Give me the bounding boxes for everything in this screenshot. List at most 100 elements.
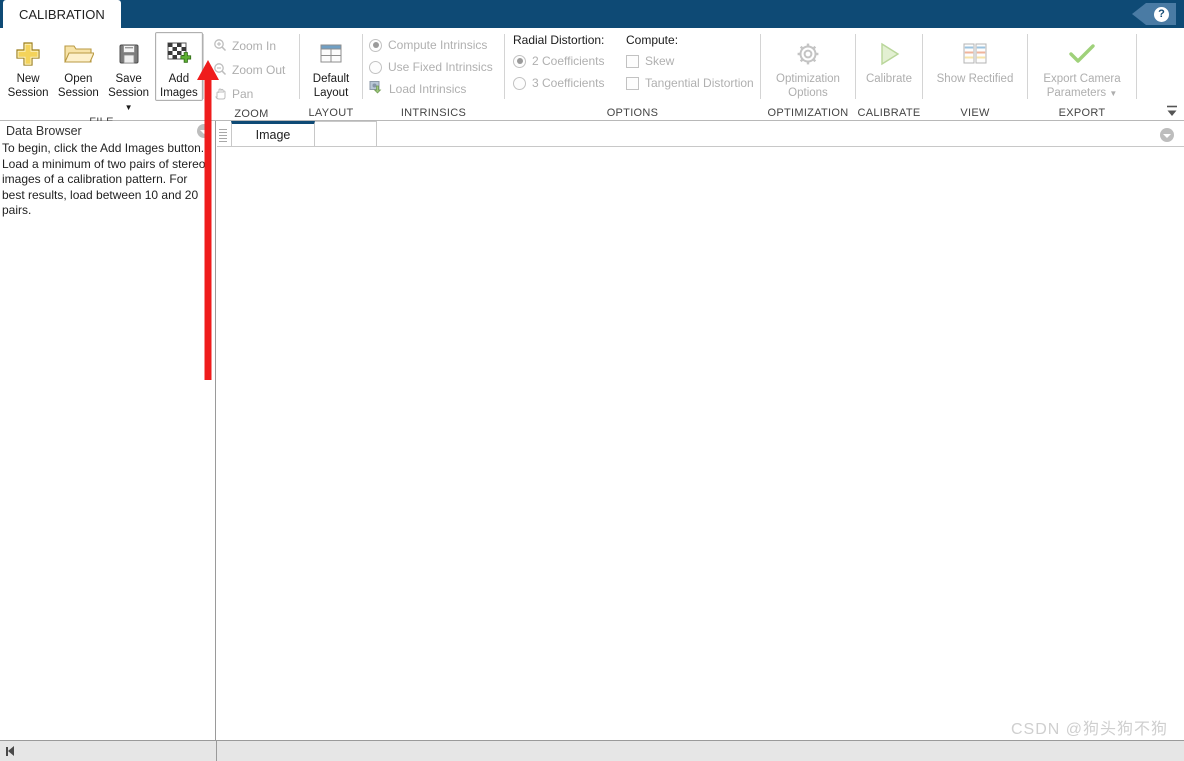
collapse-ribbon-icon[interactable] bbox=[1164, 103, 1180, 119]
checkbox-icon bbox=[626, 54, 639, 68]
open-session-label: Open Session bbox=[57, 73, 99, 99]
ribbon-group-view: Show Rectified VIEW bbox=[923, 28, 1027, 121]
radial-2-coefficients-radio[interactable]: 2 Coefficients bbox=[513, 50, 620, 72]
radio-icon bbox=[513, 54, 526, 68]
show-rectified-panels-icon bbox=[958, 37, 992, 71]
default-layout-grid-icon bbox=[317, 37, 345, 71]
export-camera-parameters-label: Export Camera Parameters ▼ bbox=[1043, 73, 1121, 99]
ribbon-toolbar: New Session Open Session Save Session ▼ … bbox=[0, 28, 1184, 128]
zoom-in-button[interactable]: Zoom In bbox=[210, 34, 288, 58]
data-browser-title: Data Browser bbox=[6, 124, 82, 138]
ribbon-group-intrinsics-label: INTRINSICS bbox=[400, 106, 467, 119]
gear-icon bbox=[794, 37, 822, 71]
add-images-button[interactable]: Add Images bbox=[154, 32, 203, 101]
document-area: Image bbox=[217, 121, 1184, 740]
radial-3-coefficients-radio[interactable]: 3 Coefficients bbox=[513, 72, 620, 94]
radio-icon bbox=[513, 76, 526, 90]
export-camera-parameters-button[interactable]: Export Camera Parameters ▼ bbox=[1029, 32, 1135, 102]
data-browser-panel: Data Browser To begin, click the Add Ima… bbox=[0, 121, 216, 740]
ribbon-group-intrinsics: Compute Intrinsics Use Fixed Intrinsics bbox=[363, 28, 504, 121]
calibrate-button[interactable]: Calibrate bbox=[857, 32, 921, 87]
ribbon-group-options: Radial Distortion: Compute: 2 Coefficien… bbox=[505, 28, 760, 121]
tabstrip-filler bbox=[315, 121, 377, 146]
skew-label: Skew bbox=[645, 54, 675, 68]
main-body: Data Browser To begin, click the Add Ima… bbox=[0, 121, 1184, 740]
tab-calibration-label: CALIBRATION bbox=[19, 6, 105, 22]
pan-hand-icon bbox=[213, 86, 227, 103]
load-intrinsics-button[interactable]: Load Intrinsics bbox=[369, 78, 493, 100]
ribbon-group-export-label: EXPORT bbox=[1058, 106, 1106, 119]
add-images-label: Add Images bbox=[160, 73, 198, 99]
tab-image-label: Image bbox=[255, 128, 291, 142]
export-dropdown-icon[interactable]: ▼ bbox=[1109, 89, 1117, 98]
calibrate-label: Calibrate bbox=[865, 73, 913, 85]
ribbon-group-optimization: Optimization Options OPTIMIZATION bbox=[761, 28, 855, 121]
ribbon-group-view-label: VIEW bbox=[960, 106, 990, 119]
load-intrinsics-label: Load Intrinsics bbox=[389, 82, 467, 96]
pan-label: Pan bbox=[232, 87, 254, 101]
play-triangle-icon bbox=[874, 37, 904, 71]
save-floppy-icon bbox=[115, 37, 143, 71]
radial-distortion-header: Radial Distortion: bbox=[513, 33, 605, 47]
data-browser-header: Data Browser bbox=[0, 121, 215, 141]
show-rectified-button[interactable]: Show Rectified bbox=[924, 32, 1026, 87]
radio-icon bbox=[369, 60, 382, 74]
ribbon-group-optimization-label: OPTIMIZATION bbox=[767, 106, 849, 119]
ribbon-separator bbox=[1136, 34, 1137, 99]
save-session-label: Save Session ▼ bbox=[108, 73, 150, 112]
open-folder-icon bbox=[62, 37, 95, 71]
tangential-distortion-checkbox[interactable]: Tangential Distortion bbox=[626, 72, 754, 94]
panel-chevron-down-icon[interactable] bbox=[197, 124, 211, 138]
tabstrip-chevron-down-icon[interactable] bbox=[1160, 128, 1174, 142]
zoom-in-label: Zoom In bbox=[232, 39, 277, 53]
help-button[interactable]: ? bbox=[1132, 3, 1176, 25]
zoom-out-label: Zoom Out bbox=[232, 63, 286, 77]
open-session-button[interactable]: Open Session bbox=[54, 32, 102, 101]
ribbon-group-file: New Session Open Session Save Session ▼ … bbox=[0, 28, 203, 128]
tab-calibration[interactable]: CALIBRATION bbox=[3, 0, 121, 28]
checkbox-icon bbox=[626, 76, 639, 90]
radial-3-coefficients-label: 3 Coefficients bbox=[532, 76, 605, 90]
skew-checkbox[interactable]: Skew bbox=[626, 50, 754, 72]
radio-icon bbox=[369, 38, 382, 52]
save-session-button[interactable]: Save Session ▼ bbox=[105, 32, 153, 116]
radial-2-coefficients-label: 2 Coefficients bbox=[532, 54, 605, 68]
status-bar bbox=[0, 740, 1184, 761]
ribbon-group-zoom-label: ZOOM bbox=[234, 107, 269, 120]
image-canvas[interactable] bbox=[217, 147, 1184, 740]
ribbon-group-zoom: Zoom In Zoom Out Pan ZOOM bbox=[204, 28, 299, 121]
compute-intrinsics-radio[interactable]: Compute Intrinsics bbox=[369, 34, 493, 56]
use-fixed-intrinsics-radio[interactable]: Use Fixed Intrinsics bbox=[369, 56, 493, 78]
new-session-plus-icon bbox=[13, 37, 43, 71]
export-checkmark-icon bbox=[1066, 37, 1098, 71]
drag-grip-icon[interactable] bbox=[219, 125, 229, 145]
new-session-label: New Session bbox=[7, 73, 49, 99]
compute-header: Compute: bbox=[626, 33, 679, 47]
ribbon-group-calibrate-label: CALIBRATE bbox=[857, 106, 921, 119]
tab-image[interactable]: Image bbox=[231, 121, 315, 146]
pan-button[interactable]: Pan bbox=[210, 82, 288, 106]
optimization-options-button[interactable]: Optimization Options bbox=[762, 32, 854, 101]
compute-intrinsics-label: Compute Intrinsics bbox=[388, 38, 488, 52]
collapse-left-panel-icon[interactable] bbox=[0, 741, 20, 761]
save-session-dropdown-icon[interactable]: ▼ bbox=[125, 103, 133, 112]
title-bar: CALIBRATION ? bbox=[0, 0, 1184, 28]
ribbon-group-calibrate: Calibrate CALIBRATE bbox=[856, 28, 922, 121]
default-layout-button[interactable]: Default Layout bbox=[304, 32, 359, 101]
ribbon-group-export: Export Camera Parameters ▼ EXPORT bbox=[1028, 28, 1136, 121]
new-session-button[interactable]: New Session bbox=[4, 32, 52, 101]
zoom-out-button[interactable]: Zoom Out bbox=[210, 58, 288, 82]
status-bar-divider bbox=[216, 741, 217, 761]
ribbon-group-options-label: OPTIONS bbox=[606, 106, 659, 119]
data-browser-instructions: To begin, click the Add Images button. L… bbox=[2, 141, 206, 217]
document-tabstrip: Image bbox=[217, 121, 1184, 147]
zoom-in-magnifier-icon bbox=[213, 38, 227, 55]
add-images-checkerboard-icon bbox=[164, 37, 194, 71]
ribbon-group-layout-label: LAYOUT bbox=[308, 106, 354, 119]
optimization-options-label: Optimization Options bbox=[776, 73, 840, 99]
show-rectified-label: Show Rectified bbox=[936, 73, 1014, 85]
load-intrinsics-icon bbox=[369, 80, 383, 99]
stereo-camera-calibrator-window: CALIBRATION ? New Session Open Session S… bbox=[0, 0, 1184, 761]
help-question-icon: ? bbox=[1154, 6, 1169, 22]
zoom-out-magnifier-icon bbox=[213, 62, 227, 79]
